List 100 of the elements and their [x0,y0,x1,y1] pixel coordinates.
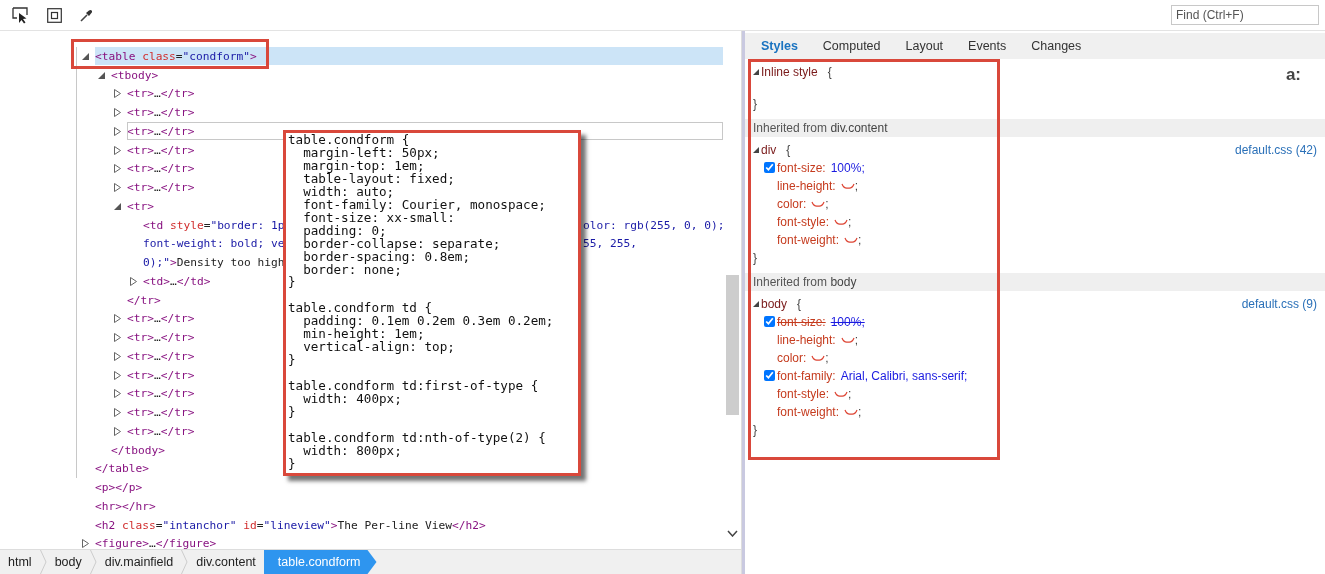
property-name[interactable]: font-family: [777,369,836,383]
triangle-down-icon[interactable] [753,147,759,153]
dom-node[interactable]: <tr>…</tr> [127,84,723,103]
scroll-down-icon[interactable] [727,530,738,537]
triangle-down-icon[interactable] [753,301,759,307]
squiggle-icon [834,390,849,398]
brace: } [753,251,757,265]
panel-tab[interactable]: Events [968,39,1020,53]
box-icon[interactable] [47,7,62,23]
dom-node[interactable]: <hr></hr> [95,497,723,516]
brace: { [797,297,802,311]
semicolon: ; [848,215,852,229]
select-element-icon[interactable] [12,6,29,24]
property-name[interactable]: color: [777,197,807,211]
property-name[interactable]: font-size: [777,161,826,175]
property-value[interactable]: 100%; [830,315,865,329]
dom-node[interactable]: <figure>…</figure> [95,534,723,549]
semicolon: ; [825,351,829,365]
chevron-icon [39,550,47,574]
code-fragment: olor: rgb(255, 0, 0); [583,218,723,232]
semicolon: ; [854,333,859,347]
brace: } [753,97,757,111]
inherited-label: Inherited from body [745,273,1325,291]
rule-selector: body [761,297,788,311]
squiggle-icon [840,182,855,190]
scrollbar-thumb[interactable] [726,275,739,415]
squiggle-icon [840,336,855,344]
source-link[interactable]: default.css (9) [1241,297,1317,311]
triangle-right-icon[interactable] [82,539,89,549]
squiggle-icon [811,354,826,362]
dom-node[interactable]: 0);">Density too high [143,256,284,270]
eyedropper-icon[interactable] [80,8,93,22]
triangle-right-icon[interactable] [114,426,121,436]
property-name[interactable]: font-style: [777,387,830,401]
find-field[interactable]: Find (Ctrl+F) [1171,5,1319,25]
squiggle-icon [844,408,859,416]
property-checkbox[interactable] [764,370,775,381]
css-code: table.condform { margin-left: 50px; margin-top: 1em; table-layout: fixed; width: auto; font-family: Courier, monospace; font-size: xx-small: padding: 0; border-collapse: separate; border-spacing: 0.8em; border: none; } table.condform td { padding: 0.1em 0.2em 0.3em 0.2em; min-height: 1em; vertical-align: top; } table.condform td:first-of-type { width: 400px; } table.condform td:nth-of-type(2) { width: 800px; } [288,134,555,471]
dom-node[interactable]: <tbody> [111,66,723,85]
triangle-down-icon[interactable] [114,202,121,210]
rule-selector: Inline style [761,65,818,79]
brace: } [753,423,757,437]
triangle-right-icon[interactable] [114,89,121,99]
breadcrumb-item[interactable]: html [0,550,40,574]
property-value[interactable]: 100%; [830,161,865,175]
triangle-right-icon[interactable] [114,333,121,343]
triangle-right-icon[interactable] [114,145,121,155]
squiggle-icon [844,236,859,244]
triangle-right-icon[interactable] [114,370,121,380]
brace: { [827,65,832,79]
semicolon: ; [858,233,862,247]
triangle-right-icon[interactable] [114,108,121,118]
code-fragment: 55, 255, [583,237,637,251]
semicolon: ; [825,197,829,211]
rule-selector: div [761,143,777,157]
chevron-icon [181,550,189,574]
semicolon: ; [858,405,862,419]
property-name[interactable]: line-height: [777,333,836,347]
triangle-right-icon[interactable] [130,276,137,286]
triangle-down-icon[interactable] [82,52,89,60]
panel-tab[interactable]: Styles [761,39,811,53]
breadcrumb-item[interactable]: div.mainfield [96,550,182,574]
state-toggle[interactable]: a: [1285,65,1301,85]
property-name[interactable]: font-size: [777,315,826,329]
chevron-icon [89,550,97,574]
property-name[interactable]: color: [777,351,807,365]
dom-node[interactable]: <table class="condform"> [95,47,723,66]
triangle-down-icon[interactable] [753,69,759,75]
triangle-right-icon[interactable] [114,408,121,418]
triangle-right-icon[interactable] [114,164,121,174]
dom-node[interactable]: <p></p> [95,478,723,497]
breadcrumb-item[interactable]: body [46,550,90,574]
semicolon: ; [854,179,859,193]
dom-node[interactable]: <h2 class="intanchor" id="lineview">The Per-line View</h2> [95,516,723,535]
squiggle-icon [811,200,826,208]
selector-link[interactable]: body [830,275,857,289]
triangle-right-icon[interactable] [114,126,121,136]
dom-node[interactable]: <tr>…</tr> [127,103,723,122]
squiggle-icon [834,218,849,226]
property-value[interactable]: Arial, Calibri, sans-serif; [840,369,968,383]
property-name[interactable]: font-weight: [777,233,840,247]
triangle-right-icon[interactable] [114,389,121,399]
breadcrumb-item[interactable]: div.content [188,550,264,574]
inherited-label: Inherited from div.content [745,119,1325,137]
panel-tab[interactable]: Layout [905,39,957,53]
property-checkbox[interactable] [764,162,775,173]
triangle-down-icon[interactable] [98,71,105,79]
property-checkbox[interactable] [764,316,775,327]
triangle-right-icon[interactable] [114,314,121,324]
triangle-right-icon[interactable] [114,351,121,361]
panel-tab[interactable]: Computed [822,39,894,53]
property-name[interactable]: line-height: [777,179,836,193]
brace: { [786,143,791,157]
property-name[interactable]: font-style: [777,215,830,229]
panel-tab[interactable]: Changes [1031,39,1095,53]
selector-link[interactable]: div.content [830,121,888,135]
semicolon: ; [848,387,852,401]
property-name[interactable]: font-weight: [777,405,840,419]
triangle-right-icon[interactable] [114,183,121,193]
source-link[interactable]: default.css (42) [1234,143,1317,157]
